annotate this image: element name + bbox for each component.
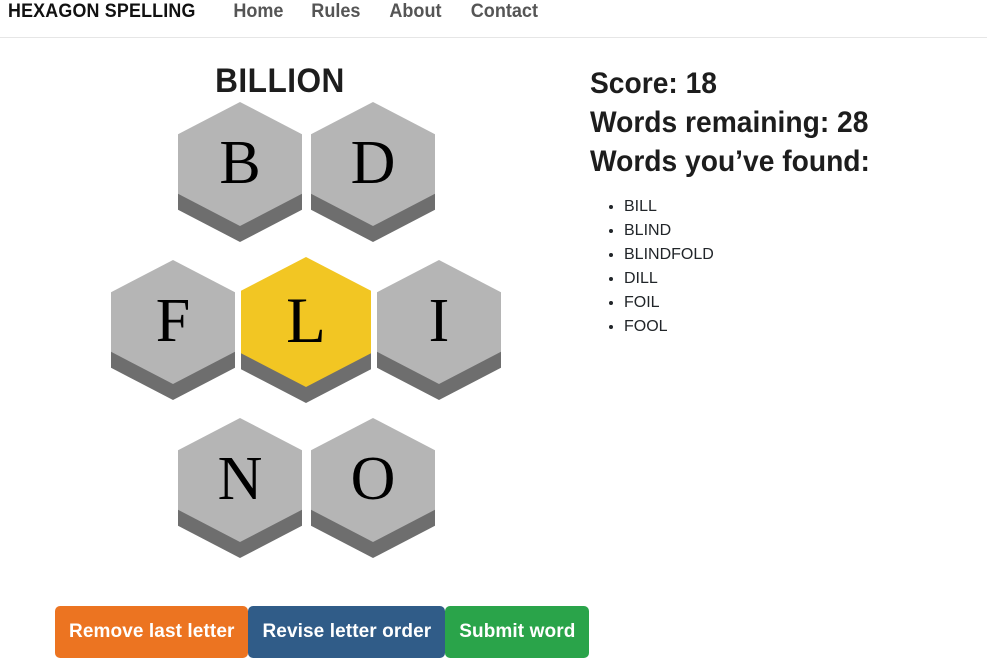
score-line: Score: 18 xyxy=(590,67,717,100)
hex-letter: O xyxy=(350,445,396,513)
list-item: FOIL xyxy=(624,291,970,315)
nav-link-rules[interactable]: Rules xyxy=(312,1,361,23)
status-column: Score: 18 Words remaining: 28 Words you’… xyxy=(590,38,970,339)
hex-letter: L xyxy=(286,284,326,357)
hex-tile-b[interactable]: B xyxy=(178,102,302,242)
list-item: BLIND xyxy=(624,219,970,243)
hex-tile-n[interactable]: N xyxy=(178,418,302,558)
hex-tile-o[interactable]: O xyxy=(311,418,435,558)
list-item: BLINDFOLD xyxy=(624,243,970,267)
hex-tile-d[interactable]: D xyxy=(311,102,435,242)
hex-letter: N xyxy=(217,445,263,513)
found-words-list: BILL BLIND BLINDFOLD DILL FOIL FOOL xyxy=(590,195,970,339)
brand-title[interactable]: HEXAGON SPELLING xyxy=(8,1,196,23)
list-item: DILL xyxy=(624,267,970,291)
hex-tile-i[interactable]: I xyxy=(377,260,501,400)
hex-tile-center-l[interactable]: L xyxy=(241,257,371,404)
nav-link-home[interactable]: Home xyxy=(233,1,283,23)
nav-link-contact[interactable]: Contact xyxy=(471,1,538,23)
hex-tile-f[interactable]: F xyxy=(111,260,235,400)
nav-link-about[interactable]: About xyxy=(389,1,441,23)
hex-letter: I xyxy=(428,287,450,355)
remove-last-letter-button[interactable]: Remove last letter xyxy=(55,606,249,658)
found-words-heading: Words you’ve found: xyxy=(590,145,870,178)
nav-links: Home Rules About Contact xyxy=(232,1,540,23)
action-button-row: Remove last letter Revise letter order S… xyxy=(55,606,590,658)
submit-word-button[interactable]: Submit word xyxy=(445,606,590,658)
list-item: BILL xyxy=(624,195,970,219)
hex-letter: B xyxy=(219,129,261,197)
game-column: BILLION B D F L I N O Remove last letter… xyxy=(0,38,590,658)
navbar: HEXAGON SPELLING Home Rules About Contac… xyxy=(0,0,987,38)
current-word-display: BILLION xyxy=(215,62,345,100)
hex-letter: D xyxy=(350,129,396,197)
list-item: FOOL xyxy=(624,315,970,339)
page-body: BILLION B D F L I N O Remove last letter… xyxy=(0,38,987,658)
words-remaining-line: Words remaining: 28 xyxy=(590,106,869,139)
hex-letter: F xyxy=(155,287,191,355)
revise-letter-order-button[interactable]: Revise letter order xyxy=(248,606,446,658)
hexagon-hive: B D F L I N O xyxy=(0,102,560,580)
